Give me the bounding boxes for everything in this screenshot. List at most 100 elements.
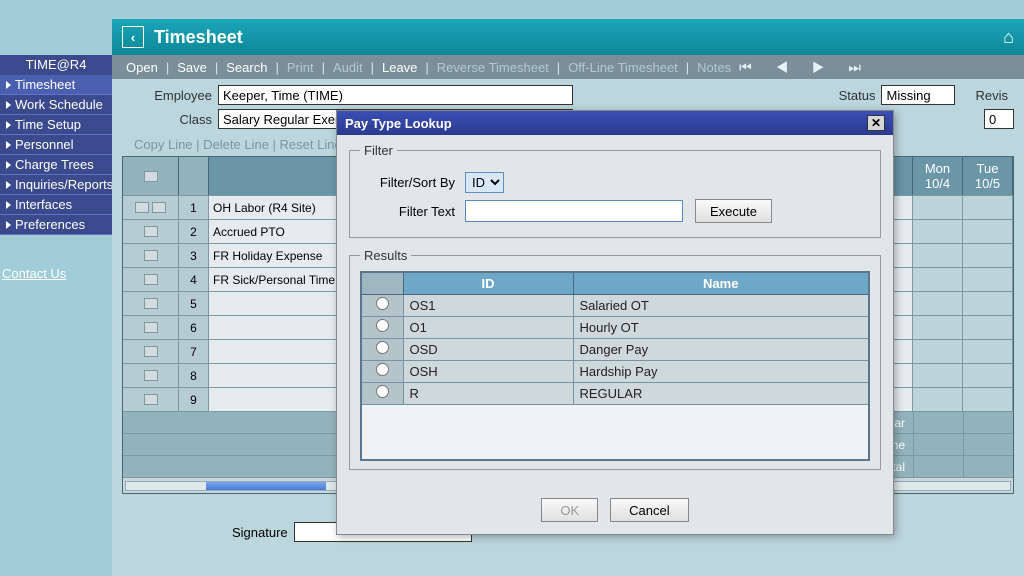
result-radio[interactable] xyxy=(376,385,389,398)
caret-icon xyxy=(6,181,11,189)
row-mon-cell[interactable] xyxy=(913,316,963,339)
leave-link[interactable]: Leave xyxy=(382,60,417,75)
back-button[interactable]: ‹ xyxy=(122,26,144,48)
employee-field[interactable] xyxy=(218,85,573,105)
row-tue-cell[interactable] xyxy=(963,340,1013,363)
employee-label: Employee xyxy=(122,88,212,103)
result-radio[interactable] xyxy=(376,319,389,332)
print-link[interactable]: Print xyxy=(287,60,314,75)
sidebar-item-charge-trees[interactable]: Charge Trees xyxy=(0,155,112,175)
cancel-button[interactable]: Cancel xyxy=(610,498,688,522)
sidebar-item-time-setup[interactable]: Time Setup xyxy=(0,115,112,135)
signature-label: Signature xyxy=(232,525,288,540)
result-id: R xyxy=(403,382,573,404)
reverse-link[interactable]: Reverse Timesheet xyxy=(437,60,549,75)
row-select-icon[interactable] xyxy=(144,226,158,237)
close-icon[interactable]: ✕ xyxy=(867,115,885,131)
result-row[interactable]: OS1 Salaried OT xyxy=(361,294,869,316)
filter-text-input[interactable] xyxy=(465,200,683,222)
row-tue-cell[interactable] xyxy=(963,220,1013,243)
row-number: 2 xyxy=(179,220,209,243)
row-number: 5 xyxy=(179,292,209,315)
result-radio[interactable] xyxy=(376,341,389,354)
result-row[interactable]: R REGULAR xyxy=(361,382,869,404)
results-header-name: Name xyxy=(573,272,869,294)
revision-label: Revis xyxy=(975,88,1008,103)
offline-link[interactable]: Off-Line Timesheet xyxy=(568,60,678,75)
row-select-icon[interactable] xyxy=(135,202,149,213)
sidebar-item-label: Time Setup xyxy=(15,115,81,135)
modal-title-bar: Pay Type Lookup ✕ xyxy=(337,111,893,135)
result-row[interactable]: OSH Hardship Pay xyxy=(361,360,869,382)
row-mon-cell[interactable] xyxy=(913,244,963,267)
sidebar-item-personnel[interactable]: Personnel xyxy=(0,135,112,155)
row-mon-cell[interactable] xyxy=(913,292,963,315)
grid-header-select xyxy=(123,157,179,195)
row-number: 1 xyxy=(179,196,209,219)
caret-icon xyxy=(6,141,11,149)
filter-fieldset: Filter Filter/Sort By ID Filter Text Exe… xyxy=(349,143,881,238)
sidebar-item-label: Interfaces xyxy=(15,195,72,215)
sidebar-item-label: Charge Trees xyxy=(15,155,94,175)
row-mon-cell[interactable] xyxy=(913,388,963,411)
row-tue-cell[interactable] xyxy=(963,292,1013,315)
row-tue-cell[interactable] xyxy=(963,388,1013,411)
row-number: 9 xyxy=(179,388,209,411)
row-tue-cell[interactable] xyxy=(963,268,1013,291)
row-mon-cell[interactable] xyxy=(913,364,963,387)
home-icon[interactable]: ⌂ xyxy=(1003,27,1014,48)
status-field[interactable] xyxy=(881,85,955,105)
row-select-icon[interactable] xyxy=(144,346,158,357)
save-link[interactable]: Save xyxy=(177,60,207,75)
row-number: 7 xyxy=(179,340,209,363)
row-tue-cell[interactable] xyxy=(963,196,1013,219)
sidebar-item-preferences[interactable]: Preferences xyxy=(0,215,112,235)
copy-line[interactable]: Copy Line xyxy=(134,137,193,152)
row-select-icon[interactable] xyxy=(144,274,158,285)
revision-field[interactable] xyxy=(984,109,1014,129)
row-mon-cell[interactable] xyxy=(913,220,963,243)
row-tue-cell[interactable] xyxy=(963,316,1013,339)
record-nav[interactable]: ⏮ ◀ ▶ ⏭ xyxy=(739,59,871,76)
execute-button[interactable]: Execute xyxy=(695,199,772,223)
ok-button[interactable]: OK xyxy=(541,498,598,522)
result-row[interactable]: O1 Hourly OT xyxy=(361,316,869,338)
results-fieldset: Results ID Name OS1 Salaried OT O1 Hourl… xyxy=(349,248,881,470)
open-link[interactable]: Open xyxy=(126,60,158,75)
page-title: Timesheet xyxy=(154,27,243,48)
delete-line[interactable]: Delete Line xyxy=(203,137,269,152)
row-number: 8 xyxy=(179,364,209,387)
reset-line[interactable]: Reset Line xyxy=(280,137,342,152)
row-tue-cell[interactable] xyxy=(963,364,1013,387)
filter-by-select[interactable]: ID xyxy=(465,172,504,193)
result-radio[interactable] xyxy=(376,297,389,310)
sidebar-item-work-schedule[interactable]: Work Schedule xyxy=(0,95,112,115)
row-select-icon[interactable] xyxy=(144,250,158,261)
result-radio[interactable] xyxy=(376,363,389,376)
row-select-icon[interactable] xyxy=(144,370,158,381)
row-select-icon[interactable] xyxy=(144,322,158,333)
sidebar-item-interfaces[interactable]: Interfaces xyxy=(0,195,112,215)
row-number: 3 xyxy=(179,244,209,267)
row-mon-cell[interactable] xyxy=(913,268,963,291)
search-link[interactable]: Search xyxy=(226,60,267,75)
results-header-id: ID xyxy=(403,272,573,294)
sidebar-item-label: Timesheet xyxy=(15,75,75,95)
result-name: Salaried OT xyxy=(573,294,869,316)
notes-link[interactable]: Notes xyxy=(697,60,731,75)
sidebar-item-label: Preferences xyxy=(15,215,85,235)
result-name: Hardship Pay xyxy=(573,360,869,382)
contact-us-link[interactable]: Contact Us xyxy=(0,260,112,287)
caret-icon xyxy=(6,161,11,169)
audit-link[interactable]: Audit xyxy=(333,60,363,75)
result-row[interactable]: OSD Danger Pay xyxy=(361,338,869,360)
sidebar-item-timesheet[interactable]: Timesheet xyxy=(0,75,112,95)
sidebar-item-inquiries[interactable]: Inquiries/Reports xyxy=(0,175,112,195)
select-all-icon[interactable] xyxy=(144,171,158,182)
row-mon-cell[interactable] xyxy=(913,340,963,363)
row-mon-cell[interactable] xyxy=(913,196,963,219)
row-tue-cell[interactable] xyxy=(963,244,1013,267)
row-select-icon[interactable] xyxy=(144,298,158,309)
row-select-icon[interactable] xyxy=(144,394,158,405)
action-bar: Open| Save| Search| Print| Audit| Leave|… xyxy=(112,55,1024,79)
